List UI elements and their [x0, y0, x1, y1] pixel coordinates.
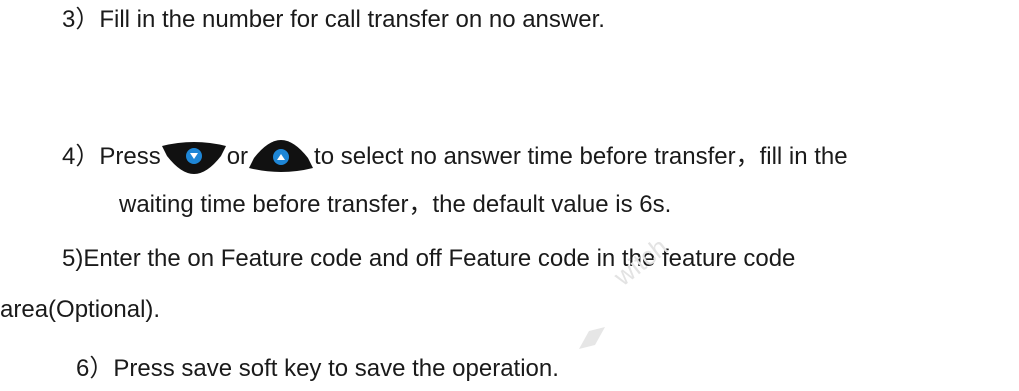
step-5-continued-text: area(Optional).: [0, 296, 161, 323]
step-3-text: 3）Fill in the number for call transfer o…: [62, 6, 605, 33]
step-4-prefix: 4）Press: [62, 143, 161, 170]
step-5-text: 5)Enter the on Feature code and off Feat…: [62, 245, 796, 272]
document-page: 3）Fill in the number for call transfer o…: [0, 0, 1019, 391]
step-6-text: 6）Press save soft key to save the operat…: [76, 355, 559, 382]
step-4-continued-text: waiting time before transfer，the default…: [119, 191, 672, 218]
step-4-suffix: to select no answer time before transfer…: [314, 143, 848, 170]
step-4-or: or: [226, 143, 249, 170]
watermark-logo-icon: [579, 327, 605, 349]
step-4-line: 4）Press or to select no answer time befo…: [62, 140, 848, 174]
down-arrow-key-icon: [161, 140, 227, 174]
up-arrow-key-icon: [248, 140, 314, 174]
